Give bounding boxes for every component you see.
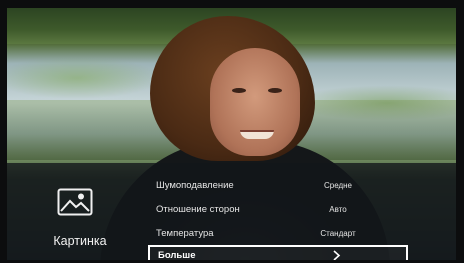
tv-bezel-left: [0, 0, 7, 263]
video-person-eye-right: [268, 88, 282, 93]
picture-icon: [57, 188, 93, 216]
tv-bezel-right: [456, 0, 464, 263]
menu-item-value: Стандарт: [320, 229, 356, 238]
menu-item-value: Средне: [323, 181, 353, 190]
category-label: Картинка: [53, 234, 107, 248]
menu-item-temperature[interactable]: Температура Стандарт: [148, 224, 408, 243]
video-person-face: [210, 48, 300, 156]
video-person-eye-left: [232, 88, 246, 93]
tv-screen: Картинка Шумоподавление Средне Отношение…: [0, 0, 464, 263]
menu-item-label: Температура: [156, 228, 214, 239]
menu-item-noise-reduction[interactable]: Шумоподавление Средне: [148, 176, 408, 195]
menu-item-aspect-ratio[interactable]: Отношение сторон Авто: [148, 200, 408, 219]
menu-item-label: Отношение сторон: [156, 204, 240, 215]
tv-bezel-top: [0, 0, 464, 8]
menu-item-value: Авто: [329, 205, 347, 214]
category-picture[interactable]: Картинка: [30, 172, 140, 256]
video-person-mouth: [240, 130, 274, 139]
menu-item-label: Шумоподавление: [156, 180, 234, 191]
